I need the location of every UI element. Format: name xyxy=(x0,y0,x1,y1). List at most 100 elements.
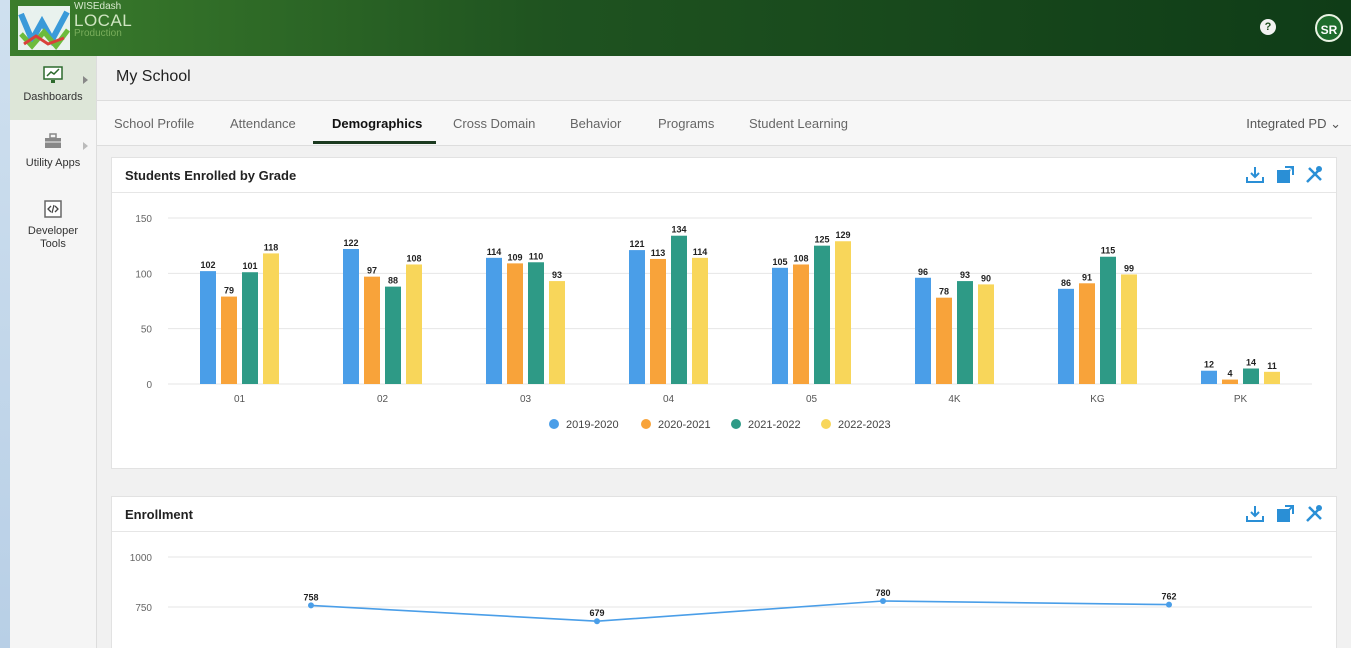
bar xyxy=(793,264,809,384)
avatar[interactable]: SR xyxy=(1315,14,1343,42)
caret-right-icon xyxy=(83,76,88,84)
active-tab-indicator xyxy=(313,141,436,144)
data-label: 121 xyxy=(629,239,644,249)
data-label: 762 xyxy=(1161,592,1176,602)
bar xyxy=(1222,379,1238,384)
legend-marker xyxy=(731,419,741,429)
data-label: 129 xyxy=(835,230,850,240)
toolbox-icon xyxy=(45,133,61,148)
y-tick-label: 100 xyxy=(135,269,152,280)
tools-icon[interactable] xyxy=(1304,504,1324,524)
legend-label: 2022-2023 xyxy=(838,419,891,431)
legend-label: 2019-2020 xyxy=(566,419,619,431)
data-point xyxy=(880,598,886,604)
dashboard-monitor-icon xyxy=(43,66,63,83)
data-label: 99 xyxy=(1124,263,1134,273)
tab-school-profile[interactable]: School Profile xyxy=(114,116,194,131)
caret-right-icon xyxy=(83,142,88,150)
enrollment-card: Enrollment 750 1000 758 679 780 762 xyxy=(111,496,1337,648)
x-tick-label: 04 xyxy=(663,394,675,405)
data-label: 758 xyxy=(303,592,318,602)
data-label: 78 xyxy=(939,287,949,297)
expand-icon[interactable] xyxy=(1275,165,1295,185)
sidebar-item-label: Dashboards xyxy=(23,91,83,103)
bar xyxy=(978,284,994,384)
main-content: My School School Profile Attendance Demo… xyxy=(97,56,1351,648)
bar xyxy=(242,272,258,384)
enrollment-line-chart: 750 1000 758 679 780 762 xyxy=(130,553,1312,625)
data-label: 101 xyxy=(242,261,257,271)
page-title: My School xyxy=(116,68,191,85)
download-icon[interactable] xyxy=(1245,504,1265,524)
bar xyxy=(1201,370,1217,384)
tab-attendance[interactable]: Attendance xyxy=(230,116,296,131)
data-label: 86 xyxy=(1061,278,1071,288)
expand-icon[interactable] xyxy=(1275,504,1295,524)
y-tick-label: 1000 xyxy=(130,553,153,564)
brand-line3: Production xyxy=(74,28,122,39)
bar xyxy=(650,258,666,384)
download-icon[interactable] xyxy=(1245,165,1265,185)
bar xyxy=(549,281,565,384)
card-title: Enrollment xyxy=(125,507,193,522)
grade-bar-chart: 0501001500110279101118021229788108031141… xyxy=(135,214,1312,431)
data-point xyxy=(308,602,314,609)
sidebar-item-label: Developer Tools xyxy=(27,225,79,250)
data-label: 115 xyxy=(1101,246,1116,256)
data-label: 108 xyxy=(406,253,421,263)
data-label: 113 xyxy=(651,248,666,258)
bar xyxy=(692,257,708,384)
data-label: 105 xyxy=(772,257,787,267)
bar xyxy=(772,267,788,384)
data-label: 91 xyxy=(1082,272,1092,282)
data-label: 679 xyxy=(589,608,604,618)
sidebar: Dashboards Utility Apps Developer Tools xyxy=(10,56,97,648)
data-label: 4 xyxy=(1227,369,1232,379)
tab-demographics[interactable]: Demographics xyxy=(332,116,422,131)
x-tick-label: 4K xyxy=(948,394,961,405)
x-tick-label: 03 xyxy=(520,394,532,405)
code-icon xyxy=(44,200,62,218)
bar xyxy=(200,271,216,384)
tab-cross-domain[interactable]: Cross Domain xyxy=(453,116,535,131)
sidebar-item-utility-apps[interactable]: Utility Apps xyxy=(10,132,96,169)
data-label: 114 xyxy=(693,247,708,257)
y-tick-label: 150 xyxy=(135,214,152,225)
data-label: 93 xyxy=(960,270,970,280)
data-label: 102 xyxy=(200,260,215,270)
sidebar-item-dashboards[interactable]: Dashboards xyxy=(10,56,96,120)
series-line xyxy=(310,600,1170,623)
bar xyxy=(957,281,973,384)
data-label: 134 xyxy=(671,225,686,235)
tab-student-learning[interactable]: Student Learning xyxy=(749,116,848,131)
tab-behavior[interactable]: Behavior xyxy=(570,116,621,131)
data-label: 125 xyxy=(814,235,829,245)
tab-programs[interactable]: Programs xyxy=(658,116,714,131)
card-divider xyxy=(112,192,1336,193)
legend-label: 2020-2021 xyxy=(658,419,711,431)
brand: WISEdash LOCAL Production xyxy=(74,2,132,39)
bar xyxy=(1243,368,1259,384)
bar xyxy=(1264,371,1280,384)
x-tick-label: 02 xyxy=(377,394,389,405)
bar xyxy=(835,241,851,384)
bar xyxy=(221,296,237,384)
wisedash-logo[interactable] xyxy=(18,6,70,50)
integrated-pd-dropdown[interactable]: Integrated PD ⌄ xyxy=(1246,116,1341,132)
bar xyxy=(1079,283,1095,384)
bar xyxy=(671,235,687,384)
top-bar: WISEdash LOCAL Production ? SR xyxy=(10,0,1351,56)
bar xyxy=(1058,288,1074,384)
help-icon[interactable]: ? xyxy=(1260,19,1276,35)
tools-icon[interactable] xyxy=(1304,165,1324,185)
legend-marker xyxy=(821,419,831,429)
data-label: 97 xyxy=(367,266,377,276)
sidebar-item-label: Utility Apps xyxy=(25,157,81,169)
x-tick-label: 01 xyxy=(234,394,246,405)
data-point xyxy=(594,618,600,625)
x-tick-label: 05 xyxy=(806,394,818,405)
bar xyxy=(343,248,359,384)
data-label: 114 xyxy=(487,247,502,257)
bar xyxy=(915,277,931,384)
sidebar-item-developer-tools[interactable]: Developer Tools xyxy=(10,200,96,251)
